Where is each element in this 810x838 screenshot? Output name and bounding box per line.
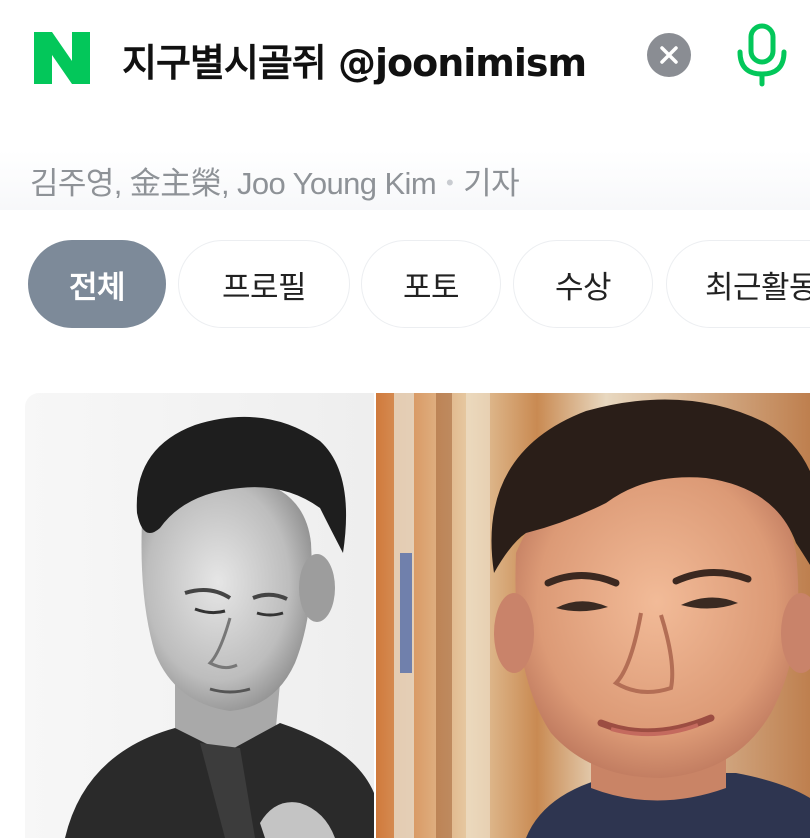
tab-bar: 전체 프로필 포토 수상 최근활동 <box>0 238 810 334</box>
search-input[interactable]: 지구별시골쥐 @joonimism <box>122 32 587 87</box>
photo-grid <box>25 393 810 838</box>
tab-profile[interactable]: 프로필 <box>178 240 350 328</box>
profile-occupation: 기자 <box>463 166 519 201</box>
profile-photo-color[interactable] <box>376 393 810 838</box>
separator-dot: • <box>446 170 454 195</box>
profile-names: 김주영, 金主榮, Joo Young Kim <box>30 166 437 201</box>
voice-search-button[interactable] <box>730 22 794 88</box>
profile-photo-bw[interactable] <box>25 393 374 838</box>
microphone-icon <box>737 23 787 87</box>
tab-recent-activity[interactable]: 최근활동 <box>666 240 810 328</box>
tab-awards[interactable]: 수상 <box>513 240 653 328</box>
profile-subtitle: 김주영, 金主榮, Joo Young Kim • 기자 <box>0 150 810 210</box>
tab-photo[interactable]: 포토 <box>361 240 501 328</box>
search-bar: 지구별시골쥐 @joonimism <box>0 0 810 120</box>
clear-search-button[interactable] <box>647 33 691 77</box>
search-results-page: 지구별시골쥐 @joonimism 김주영, 金主榮, Joo Young Ki… <box>0 0 810 838</box>
tab-all[interactable]: 전체 <box>28 240 166 328</box>
naver-logo[interactable] <box>32 30 92 86</box>
close-icon <box>660 46 678 64</box>
